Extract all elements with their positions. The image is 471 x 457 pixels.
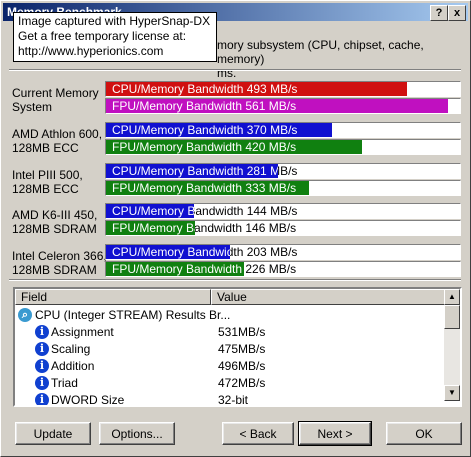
value-cell: 472MB/s <box>218 376 266 390</box>
watermark-line-3: http://www.hyperionics.com <box>18 44 164 58</box>
cpu-bandwidth-fill: CPU/Memory Bandwidth 144 MB/s <box>106 204 194 218</box>
cpu-bandwidth-text-overlay: CPU/Memory Bandwidth 203 MB/s <box>112 245 230 259</box>
column-header-value[interactable]: Value <box>211 289 445 305</box>
benchmark-label-line-2: 128MB ECC <box>12 182 79 196</box>
value-cell: 496MB/s <box>218 359 266 373</box>
field-cell: Scaling <box>51 342 91 356</box>
benchmark-label-line-2: 128MB SDRAM <box>12 222 97 236</box>
cpu-bandwidth-bar: CPU/Memory Bandwidth 281 MB/sCPU/Memory … <box>105 163 461 179</box>
list-item[interactable]: i Addition 496MB/s <box>15 358 444 375</box>
scroll-down-button[interactable]: ▼ <box>444 385 460 401</box>
benchmark-label-line-2: 128MB SDRAM <box>12 263 97 277</box>
info-icon: i <box>35 325 49 339</box>
top-divider <box>9 69 461 71</box>
benchmark-label-line-1: Intel Celeron 366, <box>12 249 107 263</box>
cpu-bandwidth-bar: CPU/Memory Bandwidth 370 MB/sCPU/Memory … <box>105 122 461 138</box>
info-icon: i <box>35 359 49 373</box>
help-button[interactable]: ? <box>430 5 448 21</box>
benchmark-label: Current Memory System <box>12 86 99 114</box>
fpu-bandwidth-fill: FPU/Memory Bandwidth 226 MB/s <box>106 262 244 276</box>
description-line-1: mory subsystem (CPU, chipset, cache, mem… <box>217 38 424 66</box>
benchmark-label-line-1: Current Memory <box>12 86 99 100</box>
info-icon: i <box>35 393 49 405</box>
scroll-up-button[interactable]: ▲ <box>444 289 460 305</box>
watermark-line-2: Get a free temporary license at: <box>18 29 187 43</box>
fpu-bandwidth-bar: FPU/Memory Bandwidth 561 MB/sFPU/Memory … <box>105 98 461 114</box>
cpu-bandwidth-text-overlay: CPU/Memory Bandwidth 281 MB/s <box>112 164 278 178</box>
info-icon: i <box>35 376 49 390</box>
options-button[interactable]: Options... <box>99 422 175 445</box>
bottom-divider <box>9 279 461 281</box>
scroll-thumb[interactable] <box>444 305 460 329</box>
fpu-bandwidth-text-overlay: FPU/Memory Bandwidth 333 MB/s <box>112 181 297 195</box>
fpu-bandwidth-fill: FPU/Memory Bandwidth 146 MB/s <box>106 221 195 235</box>
field-cell: Addition <box>51 359 95 373</box>
fpu-bandwidth-text-overlay: FPU/Memory Bandwidth 226 MB/s <box>112 262 244 276</box>
field-cell: Assignment <box>51 325 114 339</box>
fpu-bandwidth-fill: FPU/Memory Bandwidth 333 MB/s <box>106 181 309 195</box>
column-header-field[interactable]: Field <box>15 289 211 305</box>
fpu-bandwidth-text-overlay: FPU/Memory Bandwidth 420 MB/s <box>112 140 297 154</box>
cpu-bandwidth-bar: CPU/Memory Bandwidth 144 MB/s CPU/Memory … <box>105 203 461 219</box>
update-button[interactable]: Update <box>15 422 91 445</box>
info-icon: i <box>35 342 49 356</box>
ok-button[interactable]: OK <box>386 422 462 445</box>
close-button[interactable]: x <box>448 5 466 21</box>
fpu-bandwidth-text-overlay: FPU/Memory Bandwidth 561 MB/s <box>112 99 297 113</box>
capture-watermark: Image captured with HyperSnap-DX Get a f… <box>13 12 217 62</box>
fpu-bandwidth-bar: FPU/Memory Bandwidth 420 MB/sFPU/Memory … <box>105 139 461 155</box>
field-cell: Triad <box>51 376 78 390</box>
vertical-scrollbar[interactable]: ▲ ▼ <box>444 289 460 401</box>
benchmark-label: Intel PIII 500, 128MB ECC <box>12 168 83 196</box>
list-item[interactable]: i DWORD Size 32-bit <box>15 392 444 407</box>
benchmark-label-line-1: AMD Athlon 600, <box>12 127 103 141</box>
fpu-bandwidth-bar: FPU/Memory Bandwidth 146 MB/s FPU/Memory … <box>105 220 461 236</box>
benchmark-label-line-1: Intel PIII 500, <box>12 168 83 182</box>
benchmark-label: AMD K6-III 450, 128MB SDRAM <box>12 208 97 236</box>
value-cell: 32-bit <box>218 393 249 407</box>
back-button[interactable]: < Back <box>222 422 294 445</box>
fpu-bandwidth-bar: FPU/Memory Bandwidth 226 MB/sFPU/Memory … <box>105 261 461 277</box>
results-list[interactable]: Field Value ⌕ CPU (Integer STREAM) Result… <box>13 287 462 407</box>
search-icon: ⌕ <box>18 308 32 322</box>
list-item[interactable]: i Triad 472MB/s <box>15 375 444 392</box>
cpu-bandwidth-fill: CPU/Memory Bandwidth 203 MB/s <box>106 245 230 259</box>
list-item[interactable]: ⌕ CPU (Integer STREAM) Results Br... <box>15 307 444 324</box>
results-header: Field Value <box>15 289 445 305</box>
value-cell: 475MB/s <box>218 342 266 356</box>
fpu-bandwidth-text-overlay: FPU/Memory Bandwidth 146 MB/s <box>112 221 195 235</box>
cpu-bandwidth-text-overlay: CPU/Memory Bandwidth 493 MB/s <box>112 82 298 96</box>
cpu-bandwidth-text-overlay: CPU/Memory Bandwidth 370 MB/s <box>112 123 298 137</box>
next-button[interactable]: Next > <box>298 421 372 446</box>
cpu-bandwidth-bar: CPU/Memory Bandwidth 203 MB/sCPU/Memory … <box>105 244 461 260</box>
benchmark-label-line-2: System <box>12 100 53 114</box>
list-item[interactable]: i Assignment 531MB/s <box>15 324 444 341</box>
cpu-bandwidth-bar: CPU/Memory Bandwidth 493 MB/sCPU/Memory … <box>105 81 461 97</box>
memory-benchmark-window: Memory Benchmark ? x mory subsystem (CPU… <box>0 0 471 457</box>
description-text: mory subsystem (CPU, chipset, cache, mem… <box>217 38 470 80</box>
list-item[interactable]: i Scaling 475MB/s <box>15 341 444 358</box>
benchmark-label-line-1: AMD K6-III 450, <box>12 208 98 222</box>
cpu-bandwidth-text-overlay: CPU/Memory Bandwidth 144 MB/s <box>112 204 194 218</box>
value-cell: 531MB/s <box>218 325 266 339</box>
watermark-line-1: Image captured with HyperSnap-DX <box>18 14 211 28</box>
benchmark-label: Intel Celeron 366, 128MB SDRAM <box>12 249 107 277</box>
cpu-bandwidth-fill: CPU/Memory Bandwidth 370 MB/s <box>106 123 332 137</box>
fpu-bandwidth-bar: FPU/Memory Bandwidth 333 MB/sFPU/Memory … <box>105 180 461 196</box>
fpu-bandwidth-fill: FPU/Memory Bandwidth 420 MB/s <box>106 140 362 154</box>
benchmark-label-line-2: 128MB ECC <box>12 141 79 155</box>
fpu-bandwidth-fill: FPU/Memory Bandwidth 561 MB/s <box>106 99 448 113</box>
cpu-bandwidth-fill: CPU/Memory Bandwidth 281 MB/s <box>106 164 278 178</box>
field-cell: DWORD Size <box>51 393 125 407</box>
benchmark-label: AMD Athlon 600, 128MB ECC <box>12 127 102 155</box>
field-cell: CPU (Integer STREAM) Results Br... <box>35 308 231 322</box>
cpu-bandwidth-fill: CPU/Memory Bandwidth 493 MB/s <box>106 82 407 96</box>
